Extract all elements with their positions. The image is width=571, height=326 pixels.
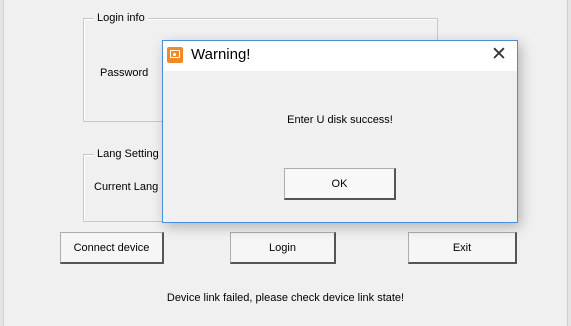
warning-dialog: Warning! ✕ Enter U disk success! OK [162,40,518,223]
lang-setting-title: Lang Setting [94,148,162,161]
warning-app-icon [167,47,183,63]
dialog-titlebar[interactable]: Warning! ✕ [163,41,517,71]
login-button[interactable]: Login [230,232,336,264]
exit-button[interactable]: Exit [408,232,517,264]
ok-button[interactable]: OK [284,168,396,200]
close-icon[interactable]: ✕ [487,43,511,67]
login-info-title: Login info [94,12,148,25]
connect-device-button[interactable]: Connect device [60,232,164,264]
window-right-border [567,0,571,326]
current-lang-label: Current Lang [94,181,159,193]
dialog-title: Warning! [191,46,251,63]
status-message: Device link failed, please check device … [166,292,405,304]
window-left-border [0,0,4,326]
password-label: Password [100,67,149,79]
dialog-message: Enter U disk success! [287,114,393,126]
